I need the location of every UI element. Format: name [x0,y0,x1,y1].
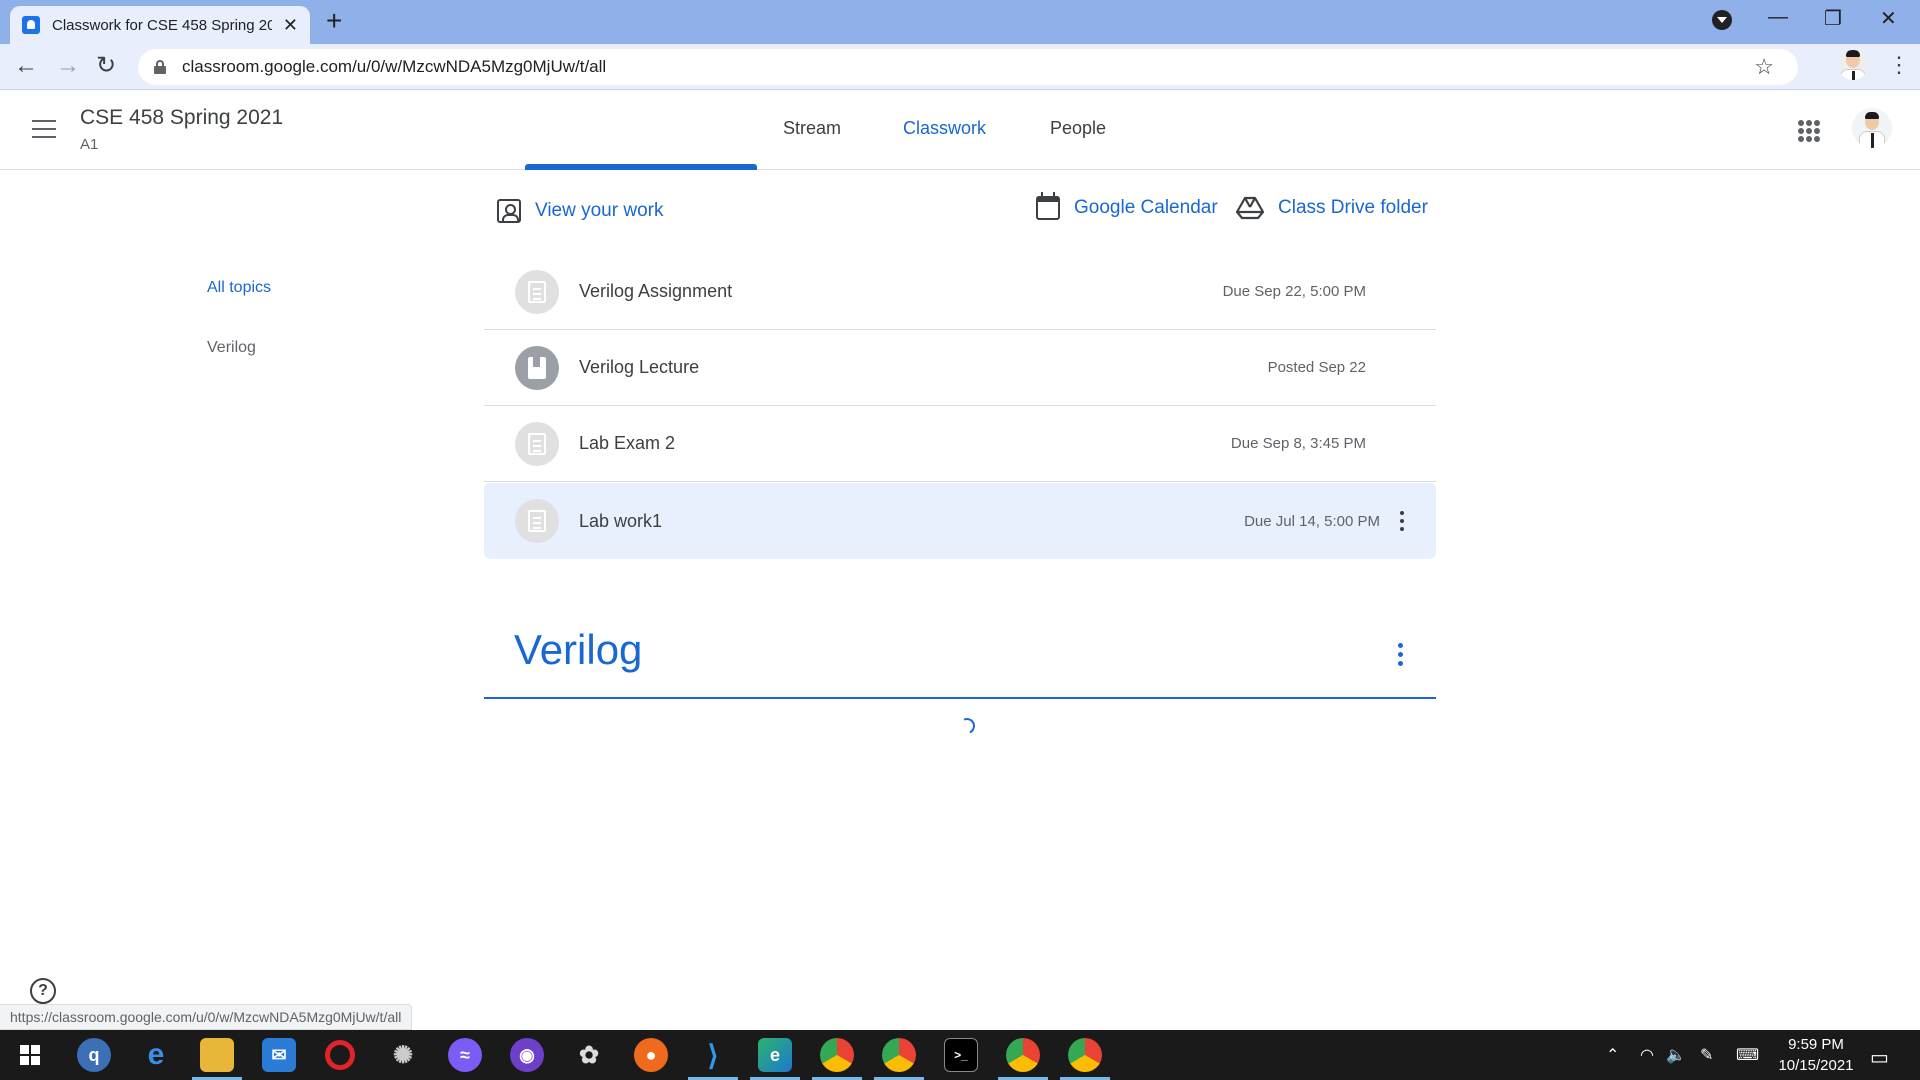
bookmark-star-icon[interactable]: ☆ [1754,54,1774,80]
chrome-icon[interactable] [874,1038,924,1080]
item-date: Posted Sep 22 [1267,359,1366,376]
notifications-icon[interactable]: ▭ [1870,1045,1889,1070]
terminal-icon[interactable]: >_ [944,1038,978,1072]
drive-icon [1236,196,1264,220]
vscode-icon[interactable]: ⟩ [688,1038,738,1080]
classwork-item[interactable]: Lab work1 Due Jul 14, 5:00 PM [484,483,1436,559]
browser-menu-icon[interactable]: ⋮ [1888,52,1910,78]
classwork-item[interactable]: Lab Exam 2 Due Sep 8, 3:45 PM [484,406,1436,482]
topic-section-title: Verilog [514,626,643,673]
keyboard-icon[interactable]: ⌨ [1736,1045,1759,1065]
tab-search-icon[interactable] [1712,10,1732,30]
class-drive-folder-label: Class Drive folder [1278,197,1428,218]
chrome-profile-icon[interactable] [812,1038,862,1080]
restore-icon[interactable]: ❐ [1824,6,1842,31]
profile-avatar-icon[interactable] [1838,50,1868,80]
paint-icon[interactable]: ✿ [572,1038,606,1072]
item-date: Due Jul 14, 5:00 PM [1244,512,1380,530]
github-desktop-icon[interactable]: ◉ [510,1038,544,1072]
item-title: Verilog Lecture [579,357,700,377]
volume-icon[interactable]: 🔈 [1666,1045,1686,1065]
material-icon [515,345,559,390]
tab-title: Classwork for CSE 458 Spring 2021 [52,16,272,34]
topic-all-topics[interactable]: All topics [207,279,271,297]
google-calendar-link[interactable]: Google Calendar [1036,192,1218,220]
show-hidden-icons-icon[interactable]: ⌃ [1606,1045,1619,1065]
view-your-work-link[interactable]: View your work [497,199,663,223]
windows-start-icon[interactable] [20,1045,40,1065]
close-tab-icon[interactable]: ✕ [283,15,298,36]
google-apps-icon[interactable] [1798,120,1820,142]
topic-more-options-icon[interactable] [1398,643,1403,666]
class-drive-folder-link[interactable]: Class Drive folder [1236,196,1428,220]
assignment-icon [515,269,559,314]
item-title: Lab work1 [579,510,663,531]
edge-legacy-icon[interactable]: e [139,1038,173,1072]
reload-icon[interactable]: ↻ [96,52,116,80]
class-name[interactable]: CSE 458 Spring 2021 [80,106,283,130]
windows-taskbar: q e ✉ ✺ ≈ ◉ ✿ ● ⟩ e >_ ⌃ ◠ 🔈 ✎ ⌨ 9:59 PM… [0,1030,1920,1080]
chrome-active-profile-icon[interactable] [1060,1038,1110,1080]
topic-divider [484,697,1436,699]
clock-date: 10/15/2021 [1778,1057,1854,1074]
active-tab-indicator [525,164,757,170]
close-window-icon[interactable]: ✕ [1880,6,1897,31]
item-title: Lab Exam 2 [579,433,676,453]
classwork-item[interactable]: Verilog Assignment Due Sep 22, 5:00 PM [484,254,1436,330]
chrome-ek-profile-icon[interactable] [998,1038,1048,1080]
address-bar[interactable]: classroom.google.com/u/0/w/MzcwNDA5Mzg0M… [138,49,1798,85]
file-explorer-icon[interactable] [192,1038,242,1080]
tab-stream[interactable]: Stream [783,118,841,139]
browser-tabstrip: Classwork for CSE 458 Spring 2021 ✕ + — … [0,0,1920,44]
tab-classwork[interactable]: Classwork [903,118,986,139]
loading-spinner-icon [956,715,978,737]
view-your-work-label: View your work [535,200,664,221]
satellite-app-icon[interactable]: ✺ [386,1038,420,1072]
lock-icon[interactable] [154,60,166,74]
edge-icon[interactable]: e [750,1038,800,1080]
network-icon[interactable]: ◠ [1640,1045,1654,1065]
forward-icon[interactable]: → [56,52,80,80]
back-icon[interactable]: ← [14,52,38,80]
status-bar-url: https://classroom.google.com/u/0/w/MzcwN… [0,1004,413,1030]
qbittorrent-icon[interactable]: q [77,1038,111,1072]
assignment-icon [515,499,559,543]
mail-icon[interactable]: ✉ [262,1038,296,1072]
classroom-header: CSE 458 Spring 2021 A1 Stream Classwork … [0,90,1920,170]
main-menu-icon[interactable] [32,120,56,138]
taskbar-clock[interactable]: 9:59 PM 10/15/2021 [1772,1034,1860,1076]
minimize-icon[interactable]: — [1768,6,1788,29]
item-more-options-icon[interactable] [1400,511,1404,531]
account-avatar[interactable] [1852,108,1892,148]
tab-people[interactable]: People [1050,118,1106,139]
classroom-favicon-icon [22,16,40,34]
assignment-icon [515,421,559,466]
new-tab-icon[interactable]: + [326,6,342,36]
item-title: Verilog Assignment [579,281,733,301]
opera-icon[interactable] [325,1040,355,1070]
item-date: Due Sep 8, 3:45 PM [1230,435,1366,452]
browser-tab[interactable]: Classwork for CSE 458 Spring 2021 ✕ [10,6,310,44]
firefox-icon[interactable]: ● [634,1038,668,1072]
google-calendar-label: Google Calendar [1074,197,1218,218]
topic-verilog[interactable]: Verilog [207,339,256,357]
help-icon[interactable]: ? [30,978,56,1004]
assignment-ind-icon [497,199,521,223]
browser-toolbar: ← → ↻ classroom.google.com/u/0/w/MzcwNDA… [0,44,1920,90]
clock-time: 9:59 PM [1788,1036,1844,1053]
classwork-item[interactable]: Verilog Lecture Posted Sep 22 [484,330,1436,406]
pen-icon[interactable]: ✎ [1700,1045,1713,1065]
url-text[interactable]: classroom.google.com/u/0/w/MzcwNDA5Mzg0M… [182,57,606,77]
item-date: Due Sep 22, 5:00 PM [1222,283,1366,300]
messenger-icon[interactable]: ≈ [448,1038,482,1072]
calendar-icon [1036,192,1060,220]
class-section: A1 [80,136,99,153]
